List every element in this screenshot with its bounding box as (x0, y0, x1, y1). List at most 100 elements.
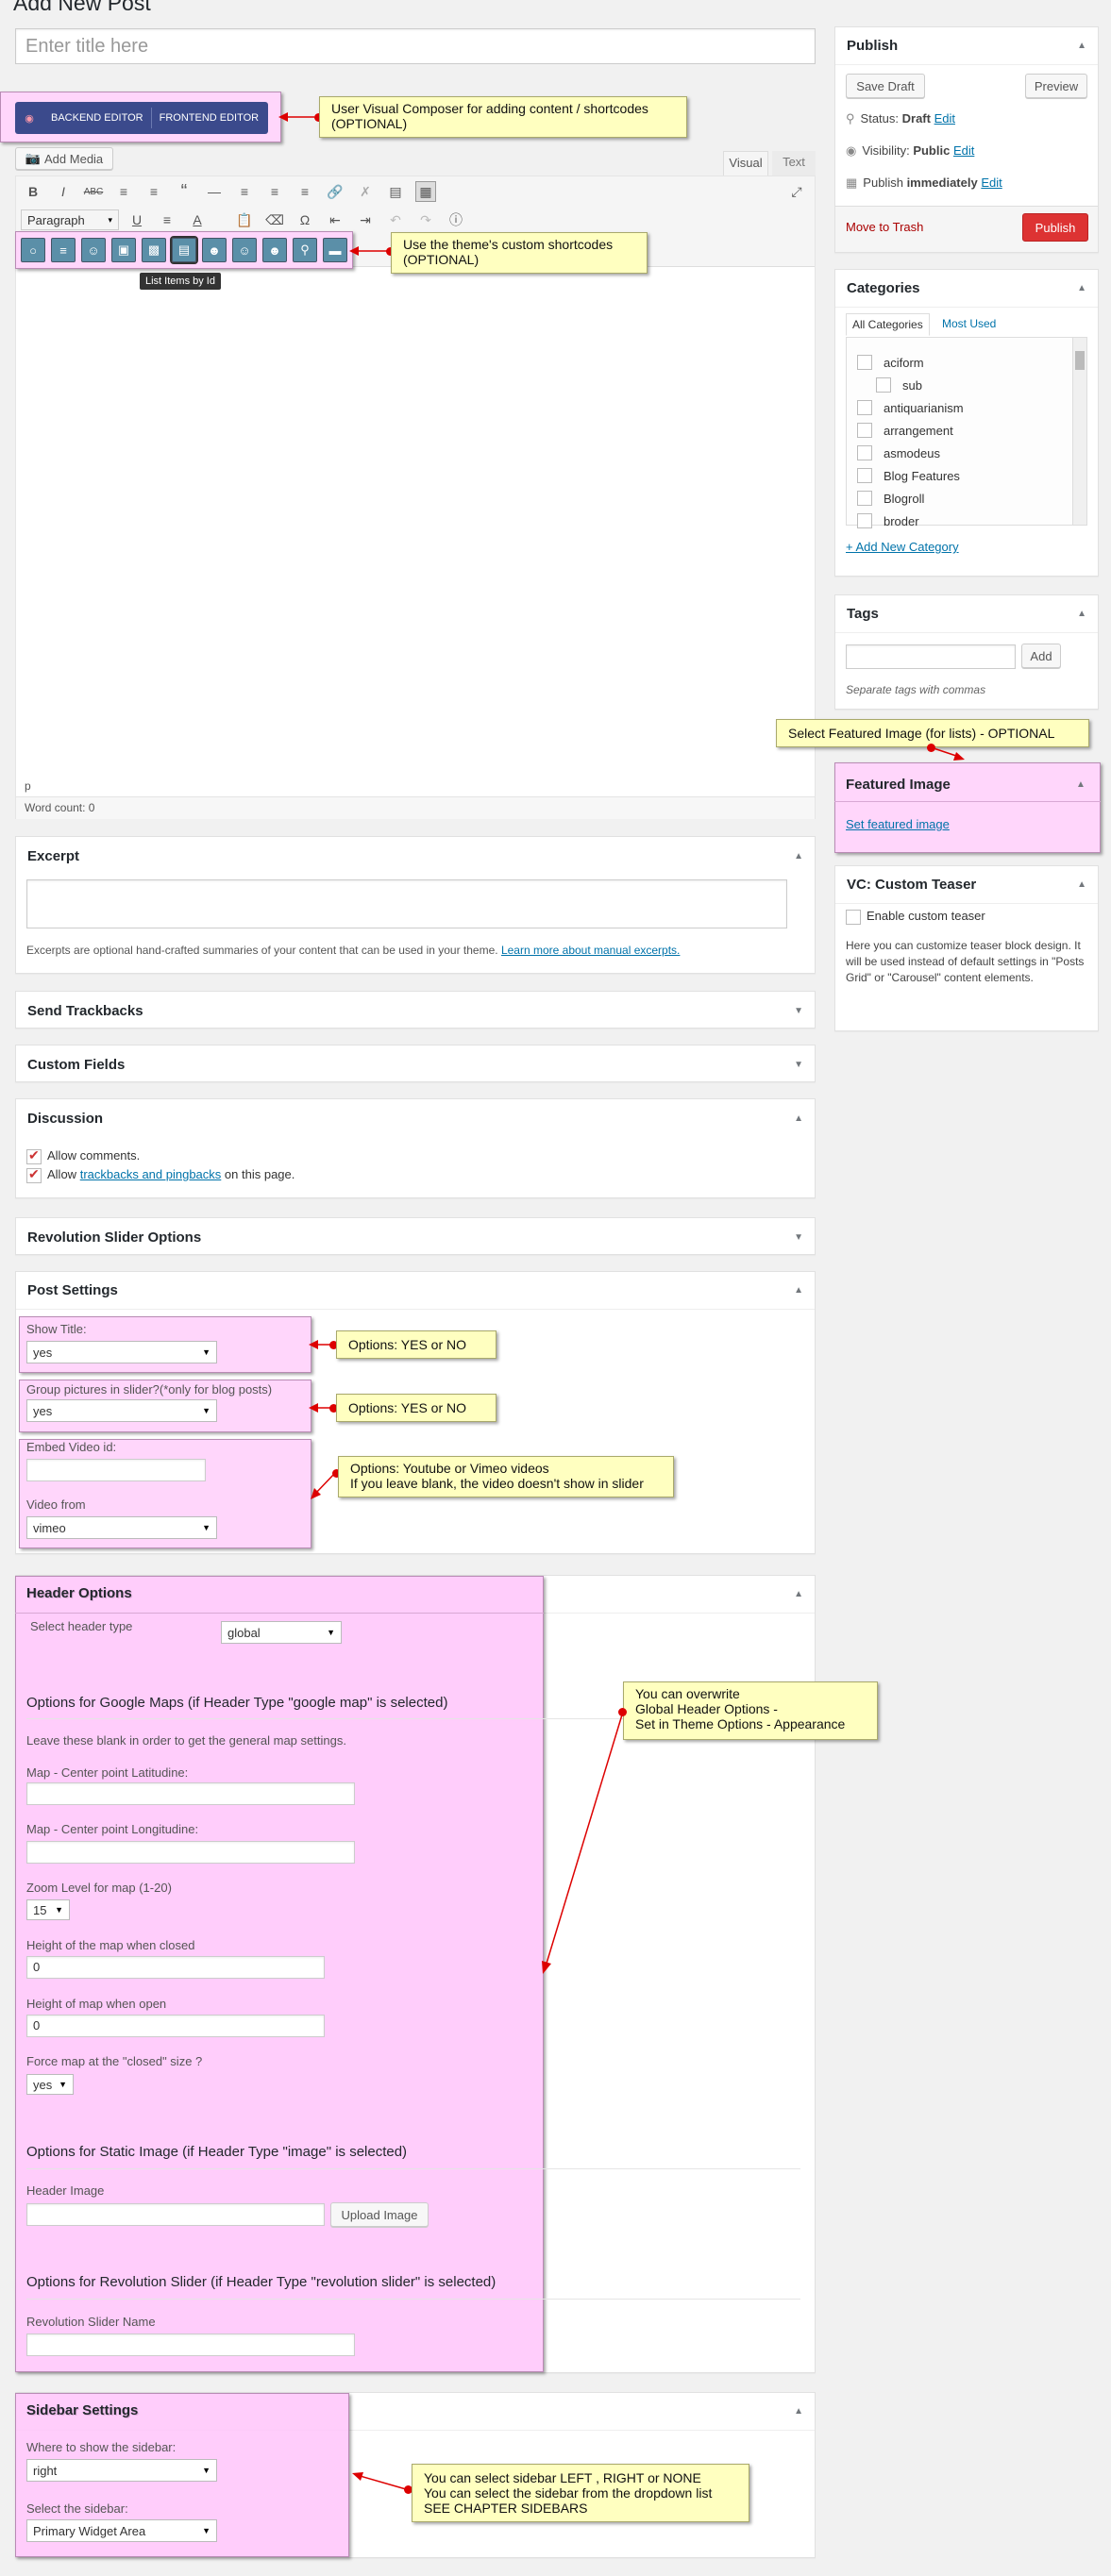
paragraph-select[interactable]: Paragraph ▾ (21, 209, 119, 230)
tab-all-categories[interactable]: All Categories (846, 313, 930, 336)
rev-slider-name-input[interactable] (26, 2333, 355, 2356)
header-image-input[interactable] (26, 2203, 325, 2226)
insert-link-icon[interactable]: 🔗 (325, 181, 345, 202)
embed-video-input[interactable] (26, 1459, 206, 1481)
publish-button[interactable]: Publish (1022, 213, 1088, 242)
lng-input[interactable] (26, 1841, 355, 1864)
tags-input[interactable] (846, 644, 1016, 669)
collapse-icon[interactable]: ▲ (794, 1113, 803, 1124)
category-checkbox[interactable] (857, 423, 872, 438)
add-media-button[interactable]: 📷 Add Media (15, 147, 113, 170)
category-item[interactable]: Blog Features (857, 468, 960, 483)
video-from-select[interactable]: vimeo ▼ (26, 1516, 217, 1539)
category-item[interactable]: antiquarianism (857, 400, 964, 415)
trackbacks-link[interactable]: trackbacks and pingbacks (80, 1167, 222, 1181)
bold-icon[interactable]: B (23, 181, 43, 202)
unlink-icon[interactable]: ✗ (355, 181, 376, 202)
enable-teaser-row[interactable]: Enable custom teaser (846, 909, 985, 925)
indent-icon[interactable]: ⇥ (355, 209, 376, 230)
collapse-icon[interactable]: ▲ (794, 1589, 803, 1599)
category-item[interactable]: asmodeus (857, 445, 940, 460)
category-checkbox[interactable] (857, 400, 872, 415)
expand-icon[interactable]: ▼ (794, 1232, 803, 1243)
shortcode-profile-icon[interactable]: ☻ (262, 238, 287, 262)
schedule-edit-link[interactable]: Edit (981, 176, 1002, 190)
category-item[interactable]: broder (857, 513, 919, 528)
allow-comments-checkbox[interactable] (26, 1147, 42, 1164)
collapse-icon[interactable]: ▲ (1077, 879, 1086, 890)
category-checkbox[interactable] (857, 468, 872, 483)
expand-icon[interactable]: ▼ (794, 1060, 803, 1070)
collapse-icon[interactable]: ▲ (1076, 779, 1086, 790)
shortcode-team-icon[interactable]: ☺ (232, 238, 257, 262)
shortcode-user-icon[interactable]: ☻ (202, 238, 227, 262)
collapse-icon[interactable]: ▲ (794, 1285, 803, 1296)
category-checkbox[interactable] (857, 491, 872, 506)
backend-editor-button[interactable]: BACKEND EDITOR (43, 112, 151, 124)
paste-text-icon[interactable]: 📋 (234, 209, 255, 230)
visibility-edit-link[interactable]: Edit (953, 143, 974, 158)
categories-scrollbar[interactable] (1072, 338, 1086, 525)
outdent-icon[interactable]: ⇤ (325, 209, 345, 230)
shortcode-person-icon[interactable]: ☺ (81, 238, 106, 262)
collapse-icon[interactable]: ▲ (794, 2406, 803, 2417)
allow-pingbacks-checkbox[interactable] (26, 1166, 42, 1183)
tags-add-button[interactable]: Add (1021, 644, 1061, 668)
title-input[interactable]: Enter title here (15, 28, 816, 64)
horizontal-line-icon[interactable]: — (204, 181, 225, 202)
preview-button[interactable]: Preview (1025, 74, 1087, 98)
category-checkbox[interactable] (857, 445, 872, 460)
category-checkbox[interactable] (857, 513, 872, 528)
clear-formatting-icon[interactable]: ⌫ (264, 209, 285, 230)
excerpt-textarea[interactable] (26, 879, 787, 928)
special-character-icon[interactable]: Ω (295, 209, 315, 230)
frontend-editor-button[interactable]: FRONTEND EDITOR (152, 112, 267, 124)
shortcode-list-icon[interactable]: ≡ (51, 238, 76, 262)
italic-icon[interactable]: I (53, 181, 74, 202)
upload-image-button[interactable]: Upload Image (330, 2202, 429, 2227)
allow-pingbacks-row[interactable]: Allow trackbacks and pingbacks on this p… (26, 1166, 295, 1183)
tab-text[interactable]: Text (772, 151, 816, 176)
collapse-icon[interactable]: ▲ (1077, 283, 1086, 293)
header-type-select[interactable]: global ▼ (221, 1621, 342, 1644)
toolbar-toggle-icon[interactable]: ▦ (415, 181, 436, 202)
category-item[interactable]: aciform (857, 355, 924, 370)
category-checkbox[interactable] (876, 377, 891, 393)
justify-icon[interactable]: ≡ (157, 209, 177, 230)
trackbacks-title[interactable]: Send Trackbacks (27, 1003, 143, 1019)
redo-icon[interactable]: ↷ (415, 209, 436, 230)
shortcode-banner-icon[interactable]: ▬ (323, 238, 347, 262)
category-checkbox[interactable] (857, 355, 872, 370)
align-left-icon[interactable]: ≡ (234, 181, 255, 202)
force-closed-select[interactable]: yes ▼ (26, 2074, 74, 2095)
revslider-title[interactable]: Revolution Slider Options (27, 1229, 201, 1246)
shortcode-gallery-icon[interactable]: ▩ (142, 238, 166, 262)
height-closed-input[interactable]: 0 (26, 1956, 325, 1979)
numbered-list-icon[interactable]: ≡ (143, 181, 164, 202)
custom-fields-title[interactable]: Custom Fields (27, 1057, 125, 1073)
move-to-trash-link[interactable]: Move to Trash (846, 220, 923, 234)
shortcode-search-icon[interactable]: ⚲ (293, 238, 317, 262)
save-draft-button[interactable]: Save Draft (846, 74, 925, 98)
lat-input[interactable] (26, 1782, 355, 1805)
sidebar-select[interactable]: Primary Widget Area ▼ (26, 2519, 217, 2542)
expand-icon[interactable]: ▼ (794, 1006, 803, 1016)
collapse-icon[interactable]: ▲ (794, 851, 803, 861)
align-center-icon[interactable]: ≡ (264, 181, 285, 202)
sidebar-where-select[interactable]: right ▼ (26, 2459, 217, 2482)
status-edit-link[interactable]: Edit (934, 111, 955, 125)
help-icon[interactable]: ⓘ (446, 209, 466, 230)
blockquote-icon[interactable]: “ (174, 181, 194, 202)
undo-icon[interactable]: ↶ (385, 209, 406, 230)
category-item[interactable]: Blogroll (857, 491, 924, 506)
text-color-icon[interactable]: A (187, 209, 208, 230)
align-right-icon[interactable]: ≡ (295, 181, 315, 202)
add-new-category-link[interactable]: + Add New Category (846, 540, 959, 554)
underline-icon[interactable]: U (126, 209, 147, 230)
bullet-list-icon[interactable]: ≡ (113, 181, 134, 202)
tab-visual[interactable]: Visual (723, 151, 768, 176)
group-select[interactable]: yes ▼ (26, 1399, 217, 1422)
fullscreen-icon[interactable]: ⤢ (786, 181, 807, 202)
set-featured-image-link[interactable]: Set featured image (846, 817, 950, 831)
category-item[interactable]: sub (876, 377, 922, 393)
